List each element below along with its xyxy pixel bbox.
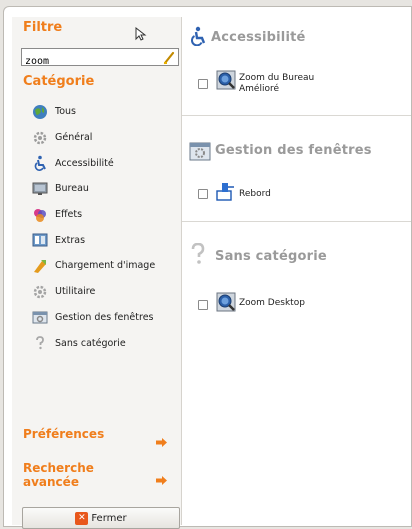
- rebord-icon: [216, 181, 236, 201]
- category-label: Utilitaire: [55, 286, 96, 298]
- search-input[interactable]: [22, 53, 163, 70]
- advanced-search-arrow-icon[interactable]: [156, 470, 167, 485]
- plugin-label-rebord[interactable]: Rebord: [239, 189, 271, 200]
- section-divider: [182, 115, 411, 116]
- category-label: Bureau: [55, 183, 89, 195]
- question-icon: [191, 242, 205, 269]
- category-item-general[interactable]: Général: [32, 125, 155, 151]
- close-button-label: Fermer: [91, 512, 127, 524]
- category-title: Catégorie: [23, 74, 95, 89]
- accessibility-icon: [189, 26, 207, 50]
- close-icon: ✕: [75, 511, 89, 525]
- category-label: Chargement d'image: [55, 260, 156, 272]
- section-title-gestion-fenetres: Gestion des fenêtres: [215, 143, 372, 158]
- section-divider: [182, 221, 411, 222]
- preferences-arrow-icon[interactable]: [156, 432, 167, 447]
- preferences-label: Préférences: [23, 427, 105, 441]
- image-loading-icon: [32, 258, 48, 274]
- category-item-extras[interactable]: Extras: [32, 227, 155, 253]
- desktop-icon: [32, 181, 48, 197]
- category-label: Général: [55, 132, 93, 144]
- question-icon: [32, 335, 48, 351]
- zoom-icon: [216, 292, 236, 312]
- category-list: Tous Général Accessibilité Bureau Effets…: [32, 99, 155, 356]
- category-item-gestion-fenetres[interactable]: Gestion des fenêtres: [32, 305, 155, 331]
- category-label: Accessibilité: [55, 157, 114, 169]
- filter-title: Filtre: [23, 20, 63, 35]
- plugin-label-line1: Zoom du Bureau: [239, 73, 315, 83]
- accessibility-icon: [32, 155, 48, 172]
- gear-icon: [32, 130, 48, 146]
- plugin-checkbox-zoom-desktop[interactable]: [198, 300, 208, 310]
- clear-search-icon[interactable]: [162, 50, 176, 65]
- category-item-tous[interactable]: Tous: [32, 99, 155, 125]
- section-title-accessibilite: Accessibilité: [211, 30, 306, 45]
- window-management-icon: [32, 309, 48, 325]
- category-label: Extras: [55, 234, 86, 246]
- globe-icon: [32, 104, 48, 120]
- category-item-utilitaire[interactable]: Utilitaire: [32, 279, 155, 305]
- category-label: Gestion des fenêtres: [55, 311, 154, 323]
- plugin-label-zoom-bureau-ameliore[interactable]: Zoom du Bureau Amélioré: [239, 73, 314, 95]
- sidebar: Filtre Catégorie Tous: [12, 17, 182, 529]
- plugin-label-zoom-desktop[interactable]: Zoom Desktop: [239, 298, 305, 309]
- zoom-icon: [216, 70, 236, 90]
- advanced-search-link[interactable]: Recherche avancée: [23, 461, 94, 489]
- ccsm-window: Filtre Catégorie Tous: [3, 6, 412, 529]
- category-label: Tous: [55, 106, 76, 118]
- mouse-cursor-icon: [135, 26, 147, 45]
- category-item-sans-categorie[interactable]: Sans catégorie: [32, 330, 155, 356]
- utility-gear-icon: [32, 284, 48, 300]
- advanced-search-label-line2: avancée: [23, 475, 79, 489]
- section-title-sans-categorie: Sans catégorie: [215, 249, 327, 264]
- plugin-label-line2: Amélioré: [239, 84, 280, 94]
- search-field[interactable]: [21, 48, 179, 70]
- plugin-checkbox-rebord[interactable]: [198, 189, 208, 199]
- category-item-chargement-image[interactable]: Chargement d'image: [32, 253, 155, 279]
- advanced-search-label-line1: Recherche: [23, 461, 94, 475]
- effects-icon: [32, 207, 48, 223]
- category-label: Effets: [55, 209, 83, 221]
- category-item-accessibilite[interactable]: Accessibilité: [32, 150, 155, 176]
- category-item-effets[interactable]: Effets: [32, 202, 155, 228]
- extras-icon: [32, 232, 48, 248]
- plugin-list: Accessibilité Zoom du Bureau Amélioré Ge…: [182, 17, 411, 525]
- preferences-link[interactable]: Préférences: [23, 427, 104, 441]
- plugin-checkbox-zoom-bureau-ameliore[interactable]: [198, 79, 208, 89]
- category-label: Sans catégorie: [55, 337, 126, 349]
- window-management-icon: [189, 140, 211, 166]
- close-button[interactable]: ✕ Fermer: [22, 507, 180, 529]
- category-item-bureau[interactable]: Bureau: [32, 176, 155, 202]
